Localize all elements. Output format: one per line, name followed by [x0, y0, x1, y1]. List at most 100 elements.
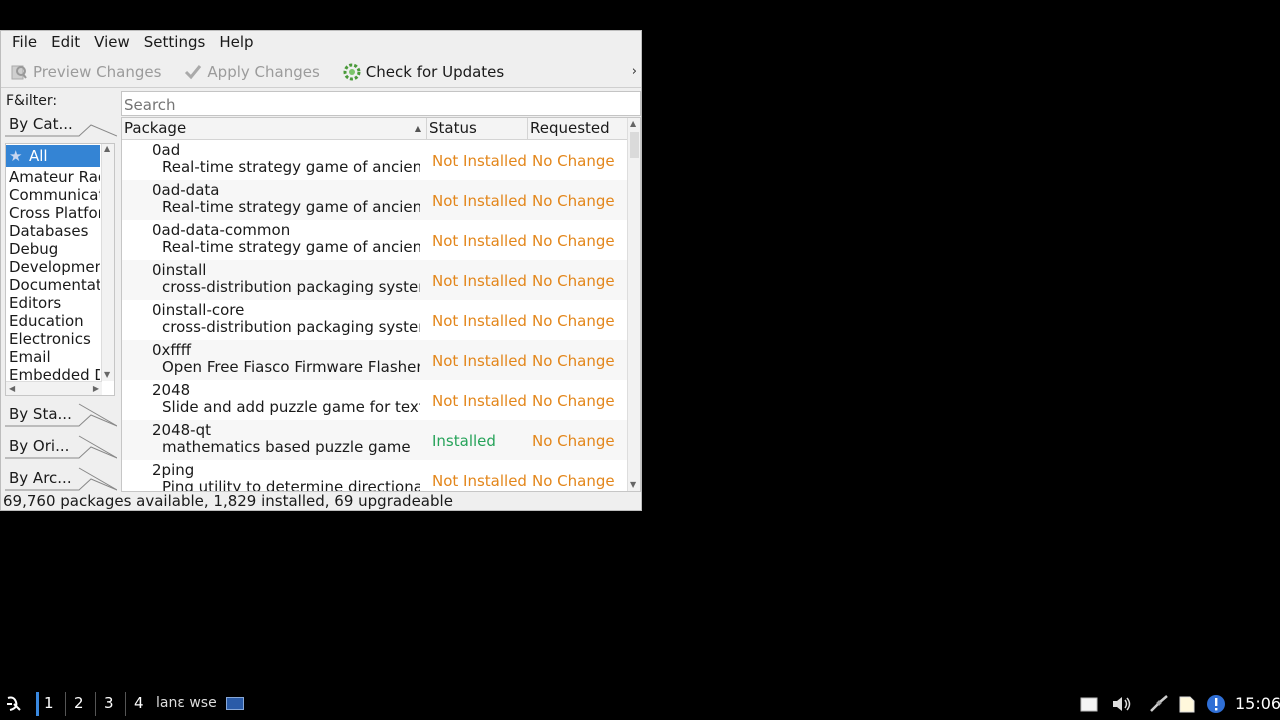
category-item[interactable]: Education	[6, 312, 100, 330]
package-requested: No Change	[532, 432, 615, 450]
category-item[interactable]: Databases	[6, 222, 100, 240]
package-description: Slide and add puzzle game for text mode	[162, 398, 420, 416]
clipboard-icon[interactable]	[1177, 694, 1197, 718]
toolbar: Preview Changes Apply Changes Check for …	[1, 56, 641, 88]
column-header-label: Package	[124, 119, 187, 137]
desktop-1-button[interactable]: 1	[44, 694, 54, 712]
category-item[interactable]: Cross Platform	[6, 204, 100, 222]
category-item[interactable]: Email	[6, 348, 100, 366]
category-item-all[interactable]: ★ All	[6, 145, 100, 167]
table-row[interactable]: 2ping Ping utility to determine directio…	[122, 460, 629, 491]
search-input[interactable]	[121, 91, 641, 116]
volume-icon[interactable]	[1111, 694, 1133, 718]
package-requested: No Change	[532, 152, 615, 170]
scroll-down-icon[interactable]: ▼	[630, 480, 636, 489]
package-requested: No Change	[532, 472, 615, 490]
scroll-left-icon[interactable]: ◀	[9, 384, 15, 393]
tab-by-origin[interactable]: By Ori...	[5, 435, 117, 459]
category-item[interactable]: Development	[6, 258, 100, 276]
category-item[interactable]: Amateur Radio	[6, 168, 100, 186]
package-requested: No Change	[532, 272, 615, 290]
task-button-label[interactable]: lanɛ wse	[156, 695, 217, 711]
category-item[interactable]: Editors	[6, 294, 100, 312]
table-row[interactable]: 0ad-data Real-time strategy game of anci…	[122, 180, 629, 220]
package-status: Not Installed	[432, 472, 527, 490]
package-description: Real-time strategy game of ancient warfa…	[162, 198, 420, 216]
table-body: 0ad Real-time strategy game of ancient w…	[122, 140, 629, 491]
application-menu-icon[interactable]	[4, 694, 24, 718]
table-row[interactable]: 0ad Real-time strategy game of ancient w…	[122, 140, 629, 180]
package-requested: No Change	[532, 232, 615, 250]
category-item[interactable]: Communication	[6, 186, 100, 204]
table-row[interactable]: 0install cross-distribution packaging sy…	[122, 260, 629, 300]
preview-changes-label: Preview Changes	[33, 62, 162, 81]
menu-file[interactable]: File	[5, 32, 44, 52]
menu-view[interactable]: View	[87, 32, 137, 52]
column-header-status[interactable]: Status	[427, 118, 528, 140]
category-horizontal-scrollbar[interactable]: ◀ ▶	[6, 381, 102, 395]
menu-help[interactable]: Help	[212, 32, 260, 52]
clock[interactable]: 15:06	[1235, 694, 1280, 713]
table-row[interactable]: 2048-qt mathematics based puzzle game In…	[122, 420, 629, 460]
scroll-right-icon[interactable]: ▶	[93, 384, 99, 393]
category-vertical-scrollbar[interactable]: ▲ ▼	[101, 144, 114, 381]
table-vertical-scrollbar[interactable]: ▲ ▼	[627, 118, 640, 491]
notes-icon[interactable]	[1079, 694, 1099, 718]
desktop-separator	[95, 692, 96, 716]
tab-by-category[interactable]: By Cat...	[5, 113, 117, 137]
menu-edit[interactable]: Edit	[44, 32, 87, 52]
package-status: Not Installed	[432, 352, 527, 370]
update-notifier-icon[interactable]	[1206, 694, 1226, 718]
tab-by-status-label: By Sta...	[9, 405, 72, 423]
package-name: 0ad	[152, 141, 181, 159]
column-header-requested[interactable]: Requested	[528, 118, 629, 140]
package-description: mathematics based puzzle game	[162, 438, 411, 456]
desktop-4-button[interactable]: 4	[134, 694, 144, 712]
package-status: Not Installed	[432, 392, 527, 410]
package-status: Not Installed	[432, 192, 527, 210]
scroll-down-icon[interactable]: ▼	[104, 370, 110, 379]
star-icon: ★	[9, 147, 23, 165]
category-item[interactable]: Electronics	[6, 330, 100, 348]
window-icon[interactable]	[226, 697, 244, 710]
category-item[interactable]: Documentation	[6, 276, 100, 294]
package-name: 0ad-data	[152, 181, 220, 199]
refresh-gear-icon	[342, 62, 362, 82]
package-requested: No Change	[532, 312, 615, 330]
table-row[interactable]: 0ad-data-common Real-time strategy game …	[122, 220, 629, 260]
desktop-separator	[65, 692, 66, 716]
package-requested: No Change	[532, 392, 615, 410]
tab-by-status[interactable]: By Sta...	[5, 403, 117, 427]
category-item[interactable]: Debug	[6, 240, 100, 258]
table-row[interactable]: 0install-core cross-distribution packagi…	[122, 300, 629, 340]
desktop-2-button[interactable]: 2	[74, 694, 84, 712]
menu-settings[interactable]: Settings	[137, 32, 213, 52]
table-row[interactable]: 2048 Slide and add puzzle game for text …	[122, 380, 629, 420]
package-name: 2048	[152, 381, 191, 399]
toolbar-overflow-icon[interactable]: ›	[632, 64, 637, 79]
table-row[interactable]: 0xffff Open Free Fiasco Firmware Flasher…	[122, 340, 629, 380]
sort-ascending-icon: ▲	[414, 124, 421, 133]
tab-by-architecture-label: By Arc...	[9, 469, 72, 487]
scrollbar-thumb[interactable]	[630, 132, 639, 158]
desktop-3-button[interactable]: 3	[104, 694, 114, 712]
tab-by-architecture[interactable]: By Arc...	[5, 467, 117, 491]
apply-changes-button[interactable]: Apply Changes	[183, 62, 320, 82]
column-header-package[interactable]: Package ▲	[122, 118, 427, 140]
network-icon[interactable]	[1148, 694, 1170, 718]
preview-changes-button[interactable]: Preview Changes	[9, 62, 161, 82]
package-description: cross-distribution packaging system	[162, 318, 420, 336]
status-bar-text: 69,760 packages available, 1,829 install…	[3, 492, 453, 510]
check-for-updates-button[interactable]: Check for Updates	[342, 62, 504, 82]
package-description: Open Free Fiasco Firmware Flasher	[162, 358, 420, 376]
package-status: Not Installed	[432, 232, 527, 250]
category-label: All	[29, 147, 48, 165]
apply-changes-label: Apply Changes	[207, 62, 320, 81]
checkmark-icon	[183, 62, 203, 82]
package-name: 0ad-data-common	[152, 221, 291, 239]
package-name: 0install	[152, 261, 207, 279]
package-description: Real-time strategy game of ancient warfa…	[162, 238, 420, 256]
package-name: 0install-core	[152, 301, 245, 319]
scroll-up-icon[interactable]: ▲	[104, 144, 110, 153]
scroll-up-icon[interactable]: ▲	[630, 119, 636, 128]
